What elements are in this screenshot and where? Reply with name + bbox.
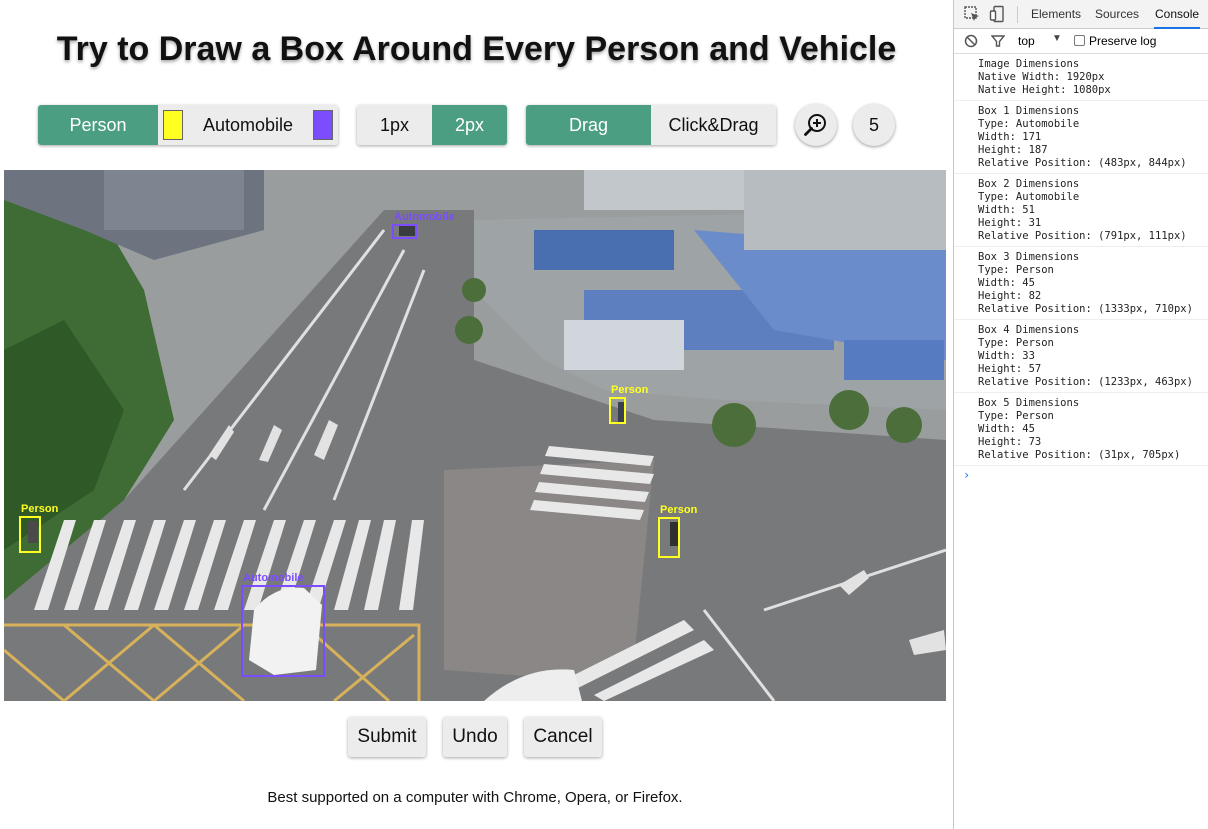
line-width-1px-button[interactable]: 1px (357, 105, 432, 145)
cancel-button[interactable]: Cancel (524, 717, 602, 757)
zoom-button[interactable] (795, 104, 837, 146)
automobile-color-picker[interactable] (308, 105, 338, 145)
console-filter-bar: top ▼ Preserve log (954, 29, 1208, 54)
aerial-road-image (4, 170, 946, 701)
bounding-box-automobile[interactable]: Automobile (392, 211, 455, 239)
person-class-button[interactable]: Person (38, 105, 158, 145)
labeling-app: Try to Draw a Box Around Every Person an… (0, 0, 953, 829)
submit-button[interactable]: Submit (348, 717, 426, 757)
tab-console[interactable]: Console (1154, 0, 1201, 29)
tab-elements[interactable]: Elements (1031, 0, 1081, 29)
box-count-badge[interactable]: 5 (853, 104, 895, 146)
bounding-box-label: Automobile (243, 572, 304, 584)
bounding-box-automobile[interactable]: Automobile (241, 572, 325, 677)
person-color-swatch (163, 110, 183, 140)
line-width-selector: 1px 2px (357, 105, 507, 145)
annotation-canvas[interactable]: Person Automobile Person Person Automobi… (4, 170, 946, 701)
preserve-log-checkbox[interactable] (1074, 35, 1085, 46)
bounding-box-label: Automobile (394, 211, 455, 223)
devtools-panel: Elements Sources Console top ▼ Preserve … (953, 0, 1208, 829)
undo-button[interactable]: Undo (443, 717, 507, 757)
console-log-entry: Box 2 Dimensions Type: Automobile Width:… (954, 174, 1208, 247)
automobile-color-swatch (313, 110, 333, 140)
bounding-box-person[interactable]: Person (609, 384, 648, 424)
click-drag-mode-button[interactable]: Click&Drag (651, 105, 776, 145)
browser-support-note: Best supported on a computer with Chrome… (267, 789, 683, 806)
automobile-class-button[interactable]: Automobile (188, 105, 308, 145)
draw-mode-selector: Drag Click&Drag (526, 105, 776, 145)
bounding-box-person[interactable]: Person (19, 503, 58, 553)
devtools-toolbar: Elements Sources Console (954, 0, 1208, 29)
line-width-2px-button[interactable]: 2px (432, 105, 507, 145)
bounding-box-label: Person (660, 504, 698, 516)
class-selector: Person Automobile (38, 105, 338, 145)
context-selector[interactable]: top (1018, 34, 1035, 48)
page-title: Try to Draw a Box Around Every Person an… (56, 30, 897, 68)
console-prompt[interactable]: › (954, 466, 1208, 482)
preserve-log-label: Preserve log (1089, 34, 1157, 48)
console-log-entry: Box 4 Dimensions Type: Person Width: 33 … (954, 320, 1208, 393)
tab-sources[interactable]: Sources (1095, 0, 1139, 29)
drag-mode-button[interactable]: Drag (526, 105, 651, 145)
person-color-picker[interactable] (158, 105, 188, 145)
console-log-entry: Box 5 Dimensions Type: Person Width: 45 … (954, 393, 1208, 466)
bounding-box-person[interactable]: Person (658, 504, 697, 558)
console-log-entry: Box 1 Dimensions Type: Automobile Width:… (954, 101, 1208, 174)
inspect-element-icon[interactable] (963, 5, 981, 23)
console-log-entry: Box 3 Dimensions Type: Person Width: 45 … (954, 247, 1208, 320)
chevron-down-icon[interactable]: ▼ (1052, 33, 1062, 44)
bounding-box-label: Person (21, 503, 59, 515)
console-output: Image Dimensions Native Width: 1920px Na… (954, 54, 1208, 482)
bounding-box-label: Person (611, 384, 649, 396)
clear-console-icon[interactable] (964, 34, 978, 48)
console-log-entry: Image Dimensions Native Width: 1920px Na… (954, 54, 1208, 101)
filter-icon[interactable] (991, 34, 1005, 48)
toolbar-divider (1017, 6, 1018, 23)
zoom-in-icon (804, 114, 826, 136)
device-toolbar-icon[interactable] (989, 5, 1007, 23)
